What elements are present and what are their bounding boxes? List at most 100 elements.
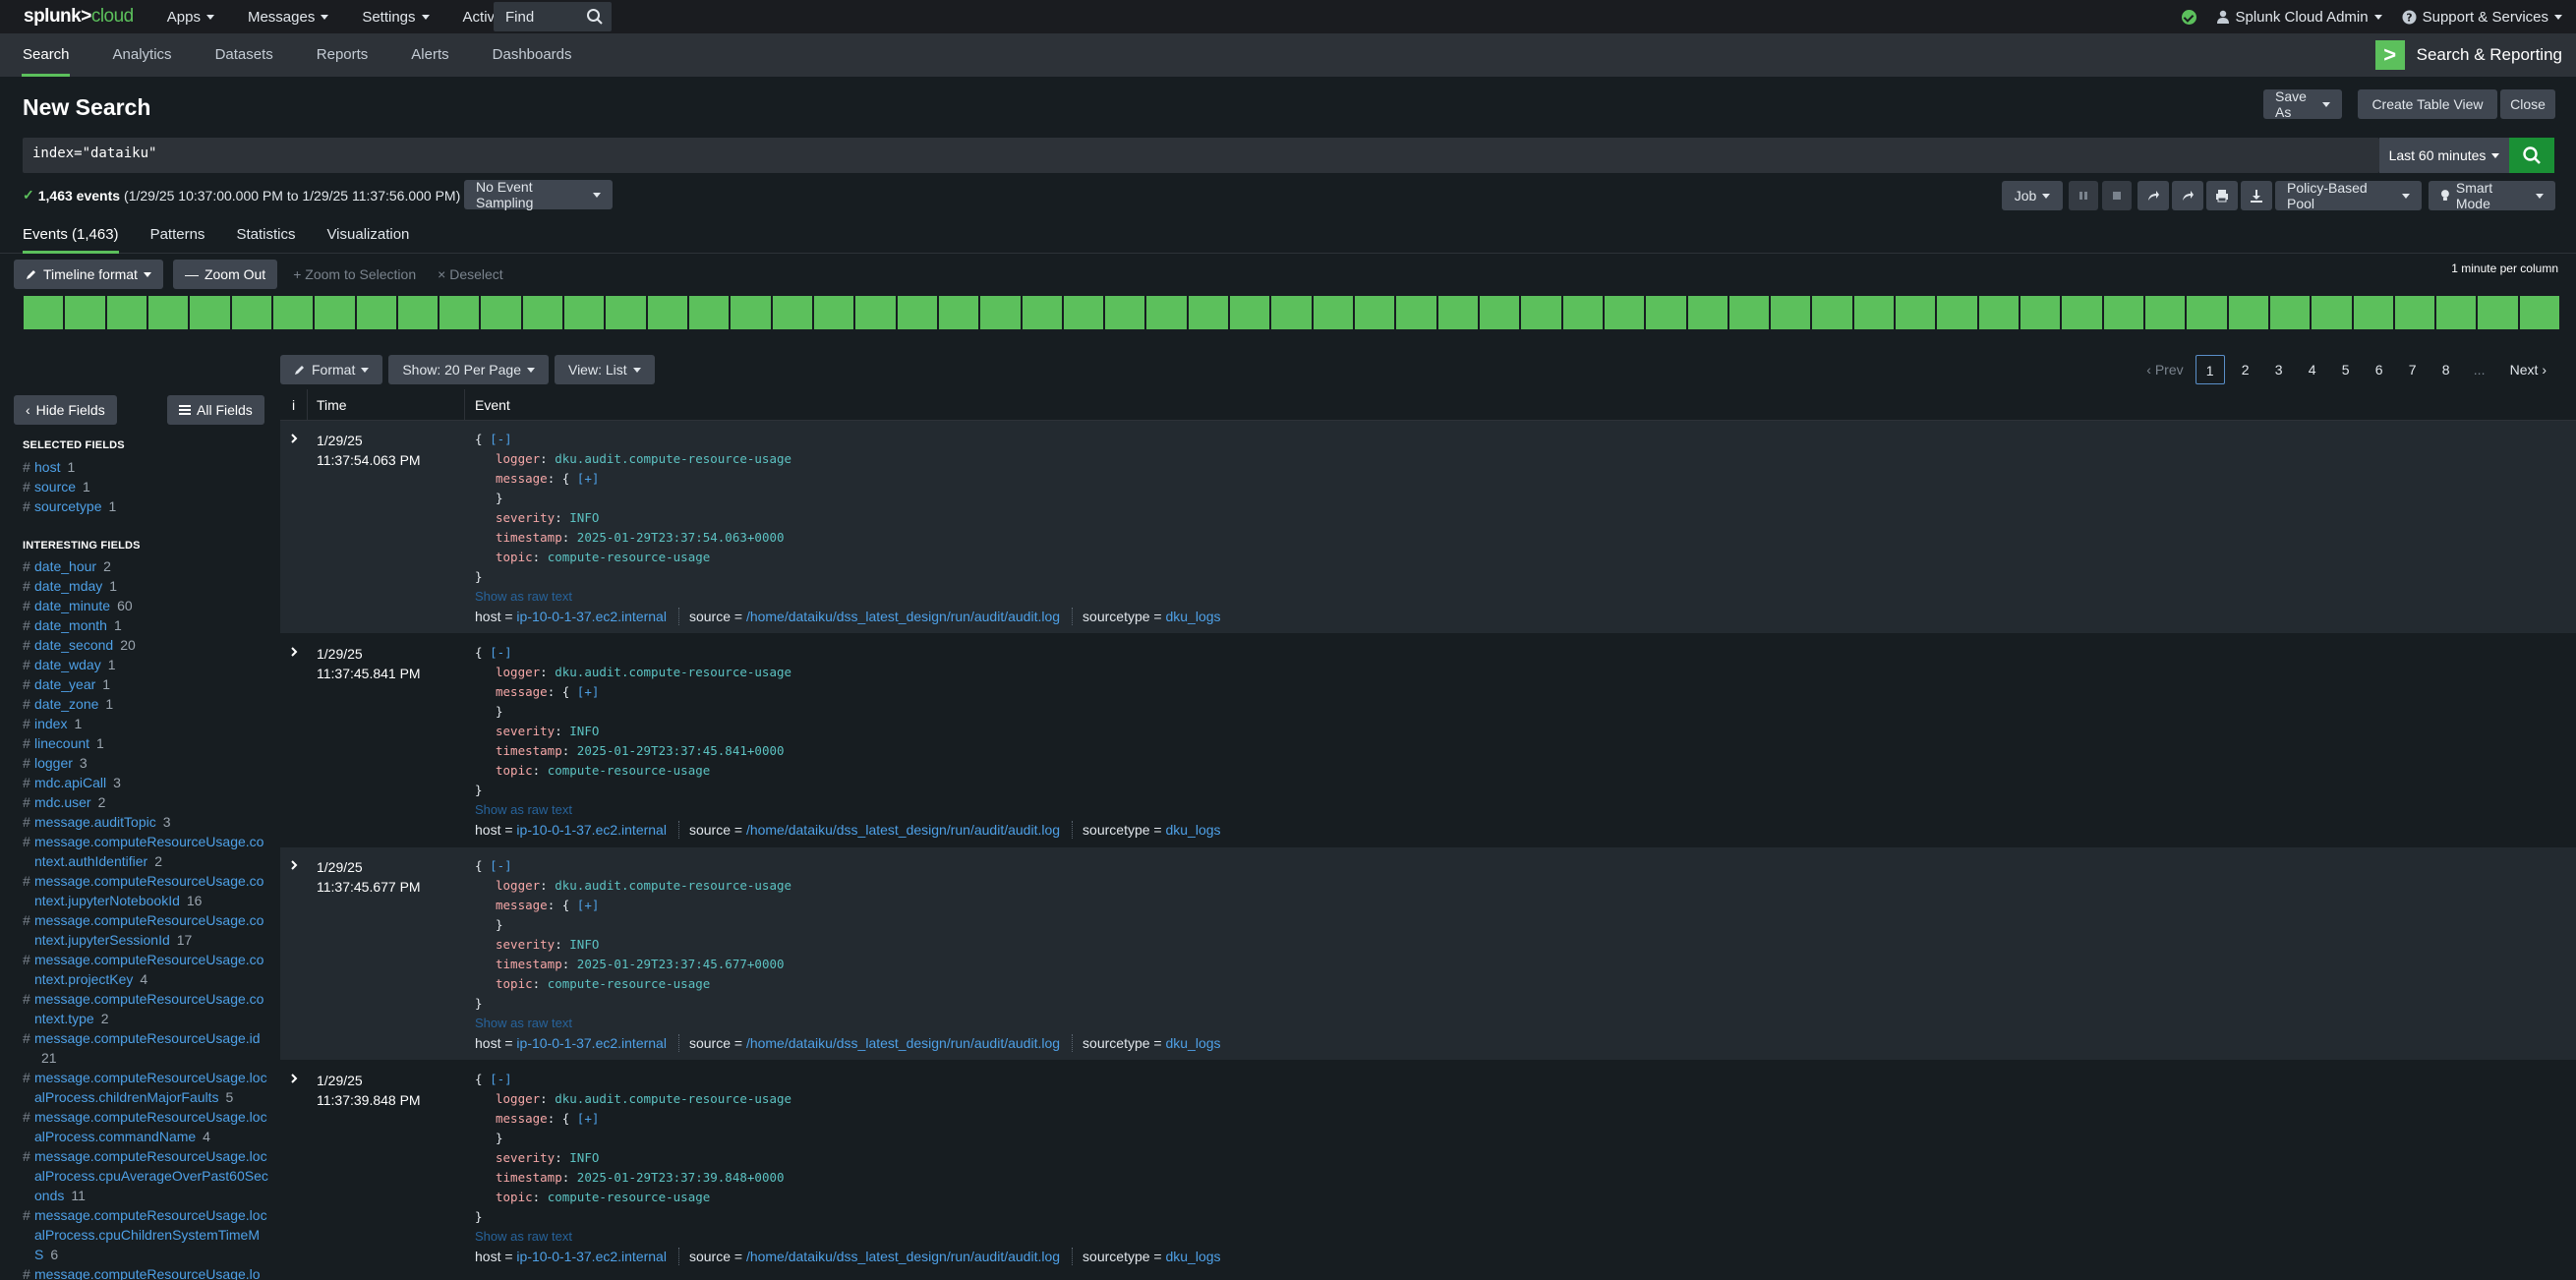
- field-name[interactable]: message.computeResourceUsage.localProces…: [34, 1148, 268, 1203]
- timeline-bucket[interactable]: [1146, 296, 1187, 329]
- nav-alerts[interactable]: Alerts: [389, 33, 470, 77]
- per-page-dropdown[interactable]: Show: 20 Per Page: [388, 355, 549, 384]
- field-item[interactable]: # message.computeResourceUsage.context.ju…: [23, 871, 268, 910]
- timeline-bucket[interactable]: [1479, 296, 1520, 329]
- field-name[interactable]: logger: [34, 755, 73, 771]
- field-item[interactable]: # date_minute 60: [23, 596, 268, 615]
- meta-host-value[interactable]: ip-10-0-1-37.ec2.internal: [516, 1247, 667, 1266]
- timeline-bucket[interactable]: [2062, 296, 2102, 329]
- timeline-bucket[interactable]: [1978, 296, 2019, 329]
- timeline-bucket[interactable]: [855, 296, 896, 329]
- timeline-bucket[interactable]: [689, 296, 730, 329]
- field-name[interactable]: message.computeResourceUsage.context.jup…: [34, 912, 263, 948]
- json-value-logger[interactable]: dku.audit.compute-resource-usage: [555, 1091, 791, 1106]
- page-6[interactable]: 6: [2363, 355, 2396, 384]
- field-name[interactable]: message.computeResourceUsage.localProces…: [34, 1207, 267, 1262]
- field-item[interactable]: # message.computeResourceUsage.context.ju…: [23, 910, 268, 950]
- event-time[interactable]: 1/29/25 11:37:54.063 PM: [308, 421, 465, 633]
- meta-host-value[interactable]: ip-10-0-1-37.ec2.internal: [516, 607, 667, 626]
- field-item[interactable]: # index 1: [23, 714, 268, 733]
- field-name[interactable]: source: [34, 479, 76, 495]
- time-range-picker[interactable]: Last 60 minutes: [2379, 138, 2509, 173]
- timeline-bucket[interactable]: [1271, 296, 1312, 329]
- policy-pool-dropdown[interactable]: Policy-Based Pool: [2275, 180, 2422, 211]
- splunk-logo[interactable]: splunk>cloud: [24, 6, 134, 28]
- timeline-bucket[interactable]: [24, 296, 64, 329]
- view-dropdown[interactable]: View: List: [554, 355, 655, 384]
- collapse-toggle[interactable]: [-]: [490, 432, 512, 446]
- field-name[interactable]: date_year: [34, 676, 95, 692]
- field-item[interactable]: # date_hour 2: [23, 556, 268, 576]
- timeline-bucket[interactable]: [938, 296, 979, 329]
- search-mode-dropdown[interactable]: Smart Mode: [2429, 180, 2555, 211]
- timeline-bucket[interactable]: [1812, 296, 1852, 329]
- timeline-bucket[interactable]: [772, 296, 812, 329]
- field-name[interactable]: date_minute: [34, 598, 110, 613]
- field-name[interactable]: date_zone: [34, 696, 98, 712]
- timeline-bucket[interactable]: [1022, 296, 1062, 329]
- prev-page-button[interactable]: ‹ Prev: [2146, 355, 2183, 384]
- event-time[interactable]: 1/29/25 11:37:45.677 PM: [308, 847, 465, 1060]
- timeline-bucket[interactable]: [2519, 296, 2560, 329]
- timeline-bucket[interactable]: [1230, 296, 1270, 329]
- nav-reports[interactable]: Reports: [295, 33, 390, 77]
- field-item[interactable]: # date_wday 1: [23, 655, 268, 674]
- timeline-bucket[interactable]: [1896, 296, 1936, 329]
- field-name[interactable]: message.computeResourceUsage.context.jup…: [34, 873, 263, 908]
- collapse-toggle[interactable]: [-]: [490, 1072, 512, 1086]
- field-item[interactable]: # host 1: [23, 457, 268, 477]
- field-item[interactable]: # date_second 20: [23, 635, 268, 655]
- field-item[interactable]: # date_month 1: [23, 615, 268, 635]
- field-item[interactable]: # message.computeResourceUsage.context.pr…: [23, 950, 268, 989]
- json-value-topic[interactable]: compute-resource-usage: [548, 1190, 711, 1204]
- tab-statistics[interactable]: Statistics: [220, 218, 311, 253]
- timeline-bucket[interactable]: [2478, 296, 2518, 329]
- all-fields-button[interactable]: All Fields: [167, 395, 264, 425]
- timeline-bucket[interactable]: [1355, 296, 1395, 329]
- json-value-topic[interactable]: compute-resource-usage: [548, 976, 711, 991]
- timeline-bucket[interactable]: [147, 296, 189, 329]
- page-4[interactable]: 4: [2296, 355, 2329, 384]
- meta-sourcetype-value[interactable]: dku_logs: [1165, 1033, 1220, 1053]
- job-menu-button[interactable]: Job: [2002, 181, 2063, 210]
- field-name[interactable]: message.computeResourceUsage.context.aut…: [34, 834, 263, 869]
- field-name[interactable]: sourcetype: [34, 498, 101, 514]
- field-name[interactable]: index: [34, 716, 67, 731]
- expand-row-button[interactable]: [280, 847, 308, 1060]
- timeline-bucket[interactable]: [1646, 296, 1686, 329]
- field-name[interactable]: message.computeResourceUsage.context.pro…: [34, 952, 263, 987]
- col-info[interactable]: i: [280, 389, 308, 421]
- field-name[interactable]: date_mday: [34, 578, 102, 594]
- timeline-bucket[interactable]: [2228, 296, 2268, 329]
- json-value-timestamp[interactable]: 2025-01-29T23:37:45.677+0000: [577, 957, 785, 971]
- event-time[interactable]: 1/29/25 11:37:39.848 PM: [308, 1061, 465, 1273]
- timeline-bucket[interactable]: [606, 296, 646, 329]
- expand-toggle[interactable]: [+]: [577, 898, 600, 912]
- tab-events[interactable]: Events (1,463): [0, 218, 135, 254]
- nav-dashboards[interactable]: Dashboards: [471, 33, 594, 77]
- expand-toggle[interactable]: [+]: [577, 471, 600, 486]
- timeline-bucket[interactable]: [1728, 296, 1770, 329]
- timeline-bucket[interactable]: [2020, 296, 2061, 329]
- timeline-bucket[interactable]: [1063, 296, 1104, 329]
- meta-source-value[interactable]: /home/dataiku/dss_latest_design/run/audi…: [746, 1247, 1060, 1266]
- timeline-bucket[interactable]: [1771, 296, 1811, 329]
- field-name[interactable]: mdc.apiCall: [34, 775, 106, 790]
- collapse-toggle[interactable]: [-]: [490, 858, 512, 873]
- json-value-severity[interactable]: INFO: [569, 724, 599, 738]
- json-value-severity[interactable]: INFO: [569, 510, 599, 525]
- timeline-bucket[interactable]: [813, 296, 854, 329]
- support-menu[interactable]: ? Support & Services: [2402, 9, 2562, 26]
- export-forward-button[interactable]: [2172, 181, 2203, 210]
- field-item[interactable]: # mdc.user 2: [23, 792, 268, 812]
- timeline-format-button[interactable]: Timeline format: [14, 260, 163, 289]
- page-2[interactable]: 2: [2229, 355, 2262, 384]
- timeline-bucket[interactable]: [315, 296, 355, 329]
- timeline-bucket[interactable]: [231, 296, 271, 329]
- json-value-logger[interactable]: dku.audit.compute-resource-usage: [555, 878, 791, 893]
- collapse-toggle[interactable]: [-]: [490, 645, 512, 660]
- json-value-timestamp[interactable]: 2025-01-29T23:37:45.841+0000: [577, 743, 785, 758]
- timeline-bucket[interactable]: [2353, 296, 2393, 329]
- page-5[interactable]: 5: [2329, 355, 2363, 384]
- hide-fields-button[interactable]: ‹ Hide Fields: [14, 395, 117, 425]
